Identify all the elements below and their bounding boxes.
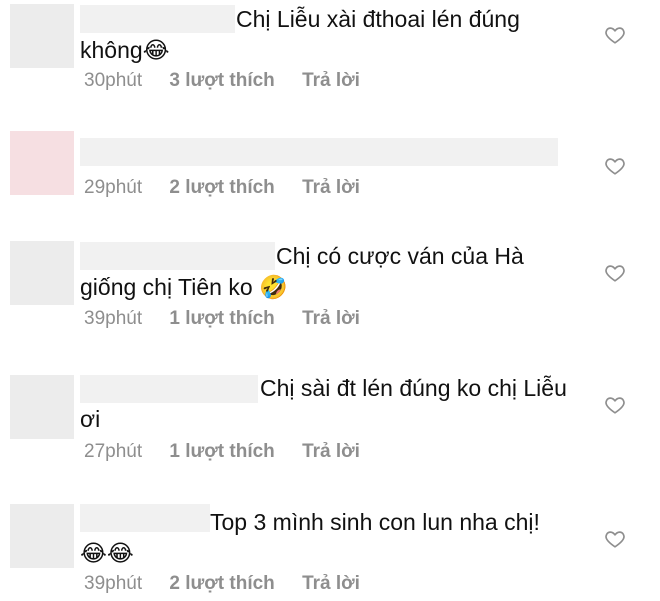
like-count[interactable]: 2 lượt thích	[169, 573, 274, 594]
like-count[interactable]: 1 lượt thích	[169, 308, 274, 329]
avatar[interactable]	[10, 131, 74, 195]
comment-time: 27phút	[84, 441, 143, 462]
avatar[interactable]	[10, 4, 74, 68]
heart-outline-icon[interactable]	[604, 394, 626, 416]
rofl-icon: 🤣	[259, 275, 288, 301]
like-count[interactable]: 3 lượt thích	[169, 70, 274, 91]
comment-time: 39phút	[84, 573, 143, 594]
comment-meta: 39phút 1 lượt thích Trả lời	[84, 308, 382, 330]
heart-outline-icon[interactable]	[604, 24, 626, 46]
reply-button[interactable]: Trả lời	[302, 441, 360, 462]
avatar[interactable]	[10, 504, 74, 568]
heart-outline-icon[interactable]	[604, 262, 626, 284]
comment-text: Chị có cược ván của Hà giống chị Tiên ko…	[80, 243, 524, 301]
reply-button[interactable]: Trả lời	[302, 573, 360, 594]
username-redacted[interactable]	[80, 138, 558, 166]
like-count[interactable]: 1 lượt thích	[169, 441, 274, 462]
avatar[interactable]	[10, 241, 74, 305]
comment-text: Chị Liễu xài đthoai lén đúng không😂	[80, 6, 520, 64]
like-count[interactable]: 2 lượt thích	[169, 177, 274, 198]
avatar[interactable]	[10, 375, 74, 439]
comment-meta: 39phút 2 lượt thích Trả lời	[84, 573, 382, 595]
comment-time: 39phút	[84, 308, 143, 329]
reply-button[interactable]: Trả lời	[302, 308, 360, 329]
reply-button[interactable]: Trả lời	[302, 70, 360, 91]
comment-meta: 27phút 1 lượt thích Trả lời	[84, 441, 382, 463]
comment-text: Chị sài đt lén đúng ko chị Liễu ơi	[80, 375, 567, 432]
comment-time: 29phút	[84, 177, 143, 198]
comment-meta: 30phút 3 lượt thích Trả lời	[84, 70, 382, 92]
comment-text: Top 3 mình sinh con lun nha chị! 😂😂	[80, 509, 540, 567]
heart-outline-icon[interactable]	[604, 528, 626, 550]
reply-button[interactable]: Trả lời	[302, 177, 360, 198]
tears-of-joy-icon: 😂😂	[80, 541, 134, 567]
comment-time: 30phút	[84, 70, 143, 91]
tears-of-joy-icon: 😂	[142, 38, 170, 64]
comment-meta: 29phút 2 lượt thích Trả lời	[84, 177, 382, 199]
heart-outline-icon[interactable]	[604, 155, 626, 177]
